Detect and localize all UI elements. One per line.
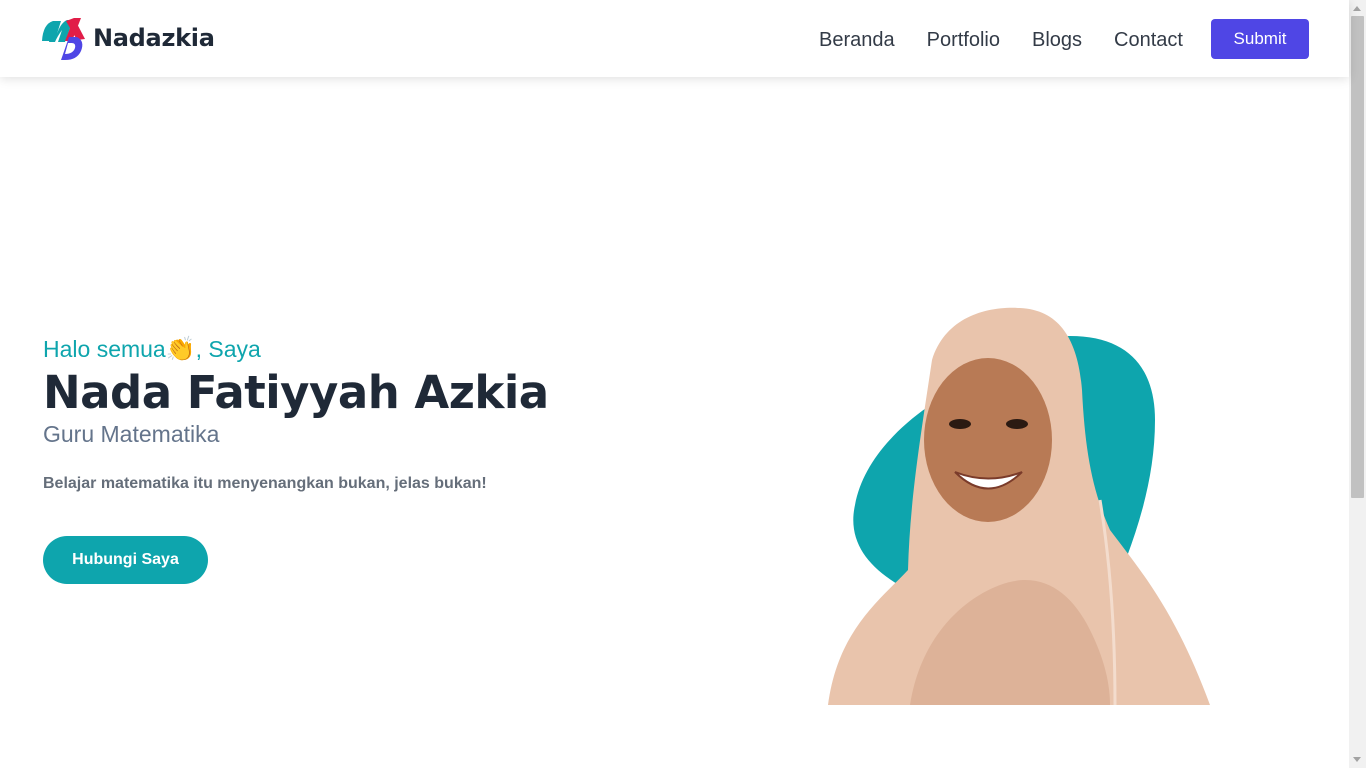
- nav-link-blogs[interactable]: Blogs: [1032, 26, 1082, 54]
- scrollbar[interactable]: [1349, 0, 1366, 768]
- contact-me-button[interactable]: Hubungi Saya: [43, 536, 208, 584]
- brand[interactable]: Nadazkia: [39, 15, 215, 61]
- clapping-hands-icon: 👏: [165, 336, 196, 363]
- nav-link-beranda[interactable]: Beranda: [819, 26, 895, 54]
- nav-link-portfolio[interactable]: Portfolio: [927, 26, 1000, 54]
- profile-photo: [828, 307, 1210, 705]
- hero-role: Guru Matematika: [43, 421, 220, 447]
- scroll-down-icon[interactable]: [1353, 757, 1361, 762]
- nad-logo-icon: [42, 18, 85, 60]
- nav-link-contact[interactable]: Contact: [1114, 26, 1183, 54]
- greeting-suffix: , Saya: [195, 336, 261, 362]
- brand-name: Nadazkia: [93, 24, 215, 52]
- submit-button[interactable]: Submit: [1211, 19, 1309, 59]
- greeting-text: Halo semua: [43, 336, 166, 362]
- right-eye: [1006, 419, 1028, 429]
- navbar: Nadazkia Beranda Portfolio Blogs Contact…: [0, 0, 1349, 77]
- scroll-up-icon[interactable]: [1353, 6, 1361, 11]
- face-shape: [924, 358, 1052, 522]
- hero-description: Belajar matematika itu menyenangkan buka…: [43, 475, 487, 492]
- nav-links: Beranda Portfolio Blogs Contact: [819, 26, 1215, 54]
- scroll-thumb[interactable]: [1351, 16, 1364, 498]
- hero-text: Halo semua👏, Saya Nada Fatiyyah Azkia Gu…: [43, 334, 663, 584]
- hero-greeting: Halo semua👏, Saya: [43, 334, 663, 364]
- hero-name: Nada Fatiyyah Azkia: [43, 366, 549, 419]
- left-eye: [949, 419, 971, 429]
